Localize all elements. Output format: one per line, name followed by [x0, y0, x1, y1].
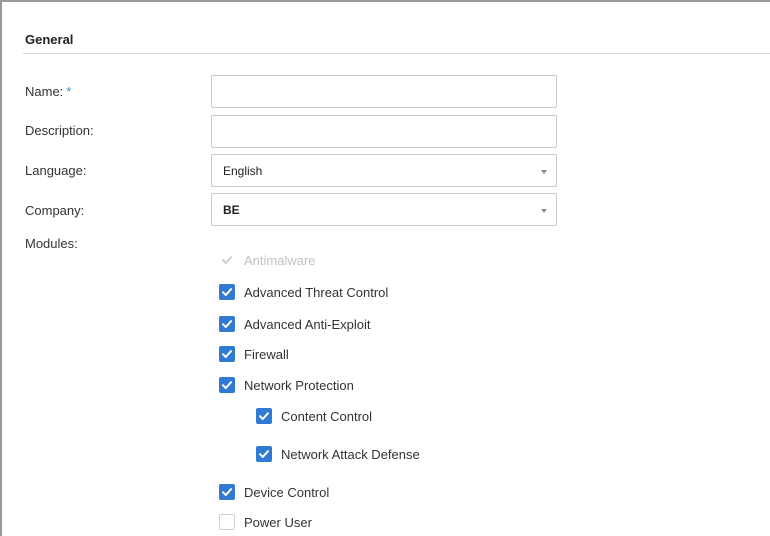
module-network-protection[interactable]: Network Protection [219, 376, 354, 394]
module-power-user[interactable]: Power User [219, 513, 312, 531]
module-advanced-anti-exploit[interactable]: Advanced Anti-Exploit [219, 315, 370, 333]
module-label: Content Control [281, 408, 373, 424]
company-select-value: BE [223, 203, 240, 217]
module-label: Network Protection [244, 377, 354, 393]
language-label: Language: [25, 163, 87, 178]
module-label: Device Control [244, 484, 330, 500]
module-device-control[interactable]: Device Control [219, 483, 329, 501]
module-label: Advanced Threat Control [244, 284, 389, 300]
language-select[interactable]: English [211, 154, 557, 187]
module-label: Antimalware [244, 252, 316, 268]
description-input[interactable] [211, 115, 557, 148]
module-label: Advanced Anti-Exploit [244, 316, 371, 332]
checkbox-checked-disabled-icon [219, 252, 235, 268]
company-label: Company: [25, 203, 85, 218]
checkbox-unchecked-icon[interactable] [219, 514, 235, 530]
checkbox-checked-icon[interactable] [219, 484, 235, 500]
chevron-down-icon [541, 209, 547, 213]
module-network-attack-defense[interactable]: Network Attack Defense [256, 445, 420, 463]
section-title: General [25, 32, 74, 47]
name-input[interactable] [211, 75, 557, 108]
checkbox-checked-icon[interactable] [219, 377, 235, 393]
language-select-value: English [223, 164, 263, 178]
required-marker: * [66, 84, 72, 99]
company-select[interactable]: BE [211, 193, 557, 226]
chevron-down-icon [541, 170, 547, 174]
checkbox-checked-icon[interactable] [219, 346, 235, 362]
module-label: Firewall [244, 346, 289, 362]
section-divider [23, 53, 770, 54]
checkbox-checked-icon[interactable] [256, 408, 272, 424]
checkbox-checked-icon[interactable] [219, 316, 235, 332]
module-label: Network Attack Defense [281, 446, 420, 462]
module-antimalware: Antimalware [219, 251, 316, 269]
module-firewall[interactable]: Firewall [219, 345, 289, 363]
name-label: Name: * [25, 84, 71, 99]
module-advanced-threat-control[interactable]: Advanced Threat Control [219, 283, 388, 301]
checkbox-checked-icon[interactable] [219, 284, 235, 300]
checkbox-checked-icon[interactable] [256, 446, 272, 462]
modules-label: Modules: [25, 236, 78, 251]
general-panel: General Name: * Description: Language: En… [0, 0, 770, 536]
description-label: Description: [25, 123, 94, 138]
name-label-text: Name: [25, 84, 64, 99]
module-label: Power User [244, 514, 312, 530]
module-content-control[interactable]: Content Control [256, 407, 372, 425]
